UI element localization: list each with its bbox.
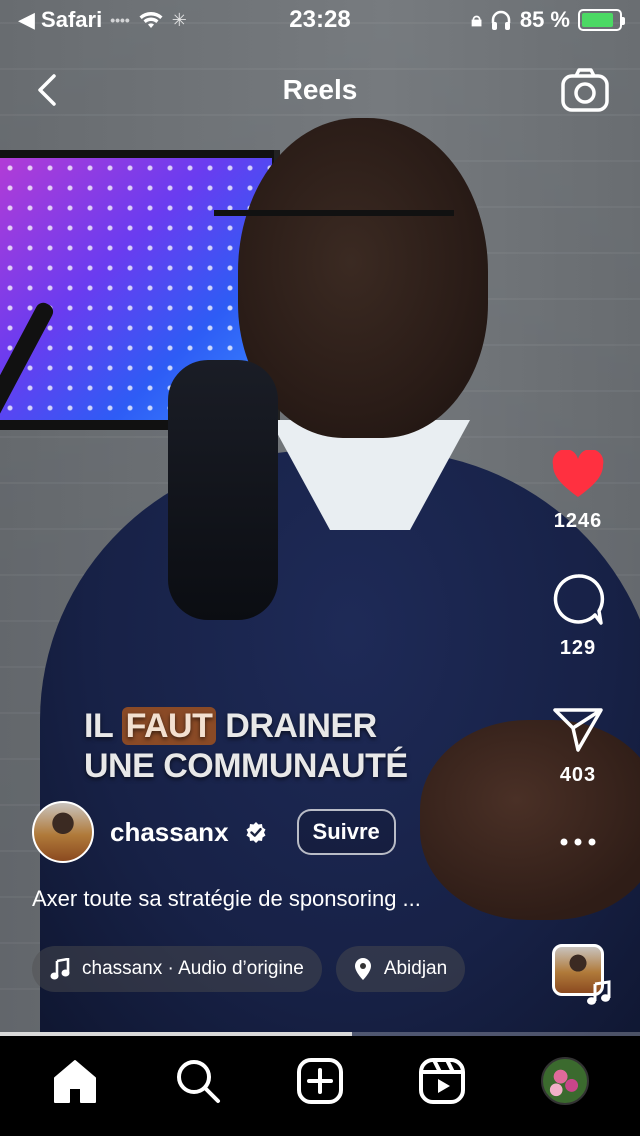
comment-button[interactable]: 129 (551, 573, 605, 660)
loading-spinner-icon: ✳ (171, 9, 187, 30)
post-caption[interactable]: Axer toute sa stratégie de sponsoring ..… (32, 886, 512, 912)
nav-profile[interactable] (535, 1051, 595, 1111)
nav-search[interactable] (168, 1051, 228, 1111)
author-row: chassanx Suivre (32, 800, 396, 864)
meta-chips: chassanx · Audio d’origine Abidjan (32, 946, 512, 994)
comment-count: 129 (559, 637, 597, 659)
top-bar: Reels (0, 60, 640, 120)
location-label: Abidjan (383, 958, 448, 979)
like-count: 1246 (553, 510, 603, 532)
wifi-icon (139, 12, 163, 28)
overlay-word: IL (84, 707, 113, 745)
audio-label: chassanx · Audio d’origine (82, 958, 304, 979)
battery-fill (582, 13, 613, 27)
more-dots-icon[interactable] (558, 837, 598, 847)
bottom-nav (0, 1036, 640, 1136)
location-pin-icon (354, 958, 371, 980)
nav-home[interactable] (45, 1051, 105, 1111)
nav-create[interactable] (290, 1051, 350, 1111)
status-left: ◀ Safari •••• ✳ (18, 7, 238, 33)
overlay-highlight-word: FAUT (121, 707, 217, 745)
battery-percent: 85 % (519, 7, 570, 32)
author-avatar[interactable] (32, 801, 94, 863)
audio-chip[interactable]: chassanx · Audio d’origine (32, 946, 322, 992)
follow-button[interactable]: Suivre (296, 809, 396, 855)
nav-reels[interactable] (412, 1051, 472, 1111)
battery-icon (578, 9, 625, 31)
status-bar: ◀ Safari •••• ✳ 23:28 🔒︎ 85 % (0, 0, 640, 40)
back-to-app-link[interactable]: ◀ Safari (18, 7, 102, 33)
microphone (168, 360, 278, 620)
verified-badge-icon (246, 822, 266, 843)
heart-icon[interactable] (551, 450, 605, 500)
plus-square-icon[interactable] (296, 1057, 344, 1105)
overlay-line-1: IL FAUT DRAINER (84, 706, 408, 746)
page-title: Reels (282, 74, 358, 105)
overlay-word: DRAINER (225, 707, 377, 745)
share-button[interactable]: 403 (551, 704, 605, 787)
status-right: 🔒︎ 85 % (402, 7, 625, 33)
glasses (214, 210, 454, 280)
comment-bubble-icon[interactable] (551, 573, 605, 627)
camera-icon[interactable] (560, 65, 610, 115)
paper-plane-icon[interactable] (551, 704, 605, 754)
location-chip[interactable]: Abidjan (335, 946, 466, 992)
orientation-lock-icon: 🔒︎ (471, 8, 482, 31)
status-time: 23:28 (289, 6, 351, 33)
more-options-button[interactable] (558, 837, 598, 847)
like-button[interactable]: 1246 (551, 450, 605, 533)
action-rail: 1246 129 403 (540, 450, 616, 847)
overlay-line-2: UNE COMMUNAUTÉ (84, 747, 408, 785)
music-note-icon (587, 980, 611, 1005)
headphones-icon (491, 10, 511, 30)
video-overlay-text: IL FAUT DRAINER UNE COMMUNAUTÉ (84, 706, 408, 786)
reels-icon[interactable] (418, 1057, 466, 1105)
home-icon[interactable] (51, 1058, 99, 1104)
author-username[interactable]: chassanx (110, 817, 229, 848)
signal-icon: •••• (110, 12, 130, 28)
chevron-left-icon[interactable] (30, 70, 70, 110)
profile-avatar[interactable] (540, 1057, 589, 1105)
share-count: 403 (559, 764, 597, 786)
search-icon[interactable] (174, 1057, 222, 1105)
music-note-icon (50, 958, 70, 980)
